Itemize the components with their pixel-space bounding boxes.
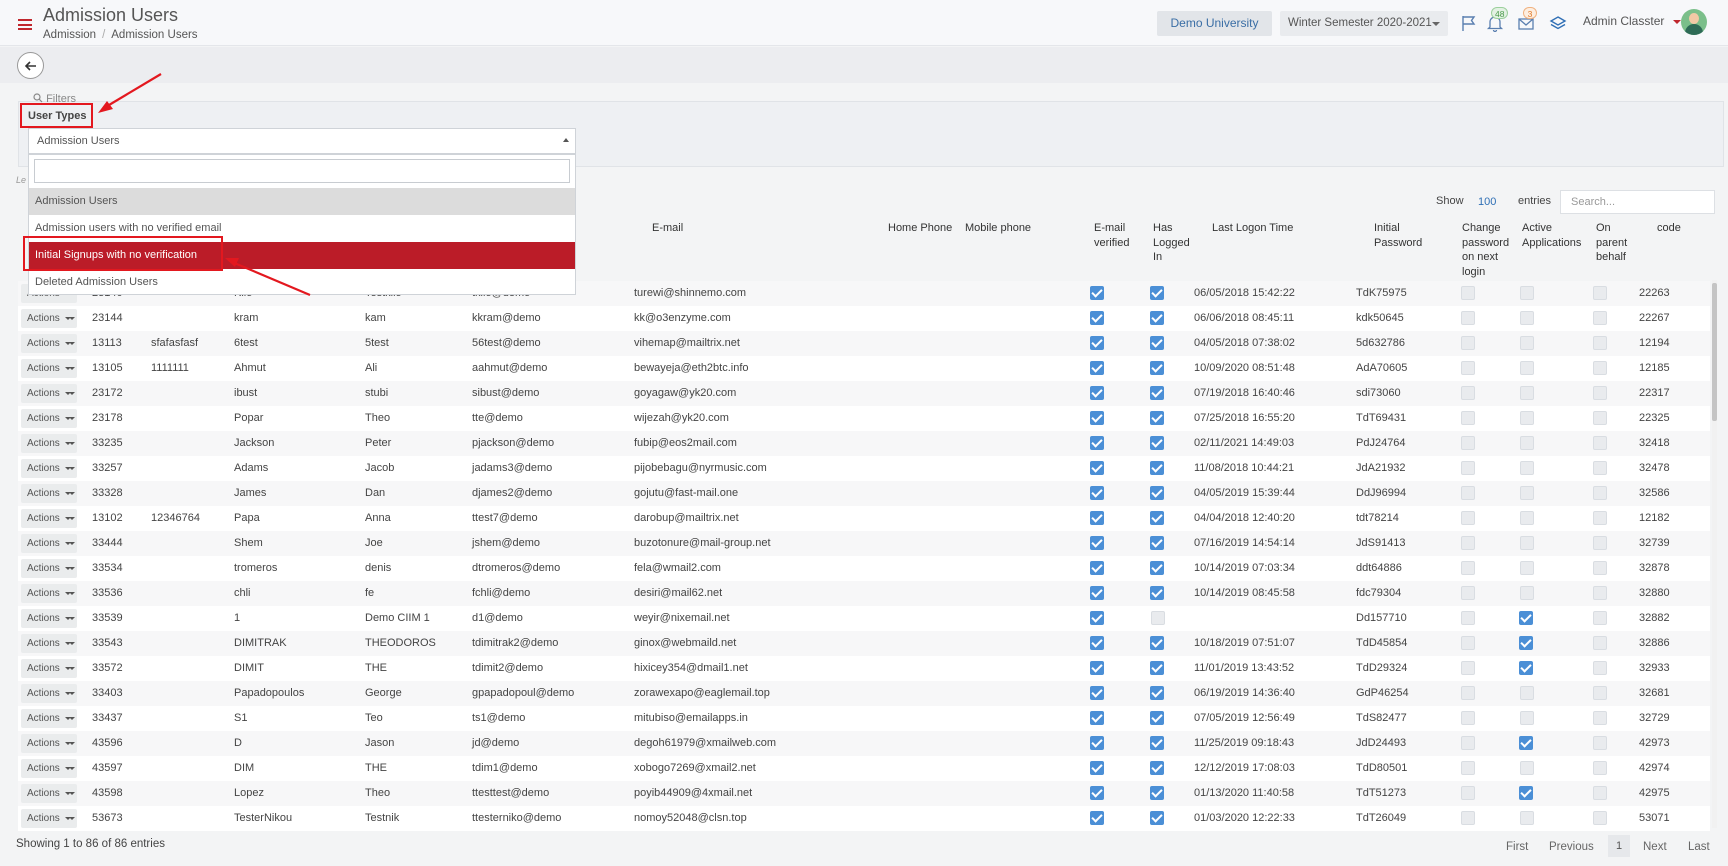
- annotation-arrows: [98, 73, 311, 297]
